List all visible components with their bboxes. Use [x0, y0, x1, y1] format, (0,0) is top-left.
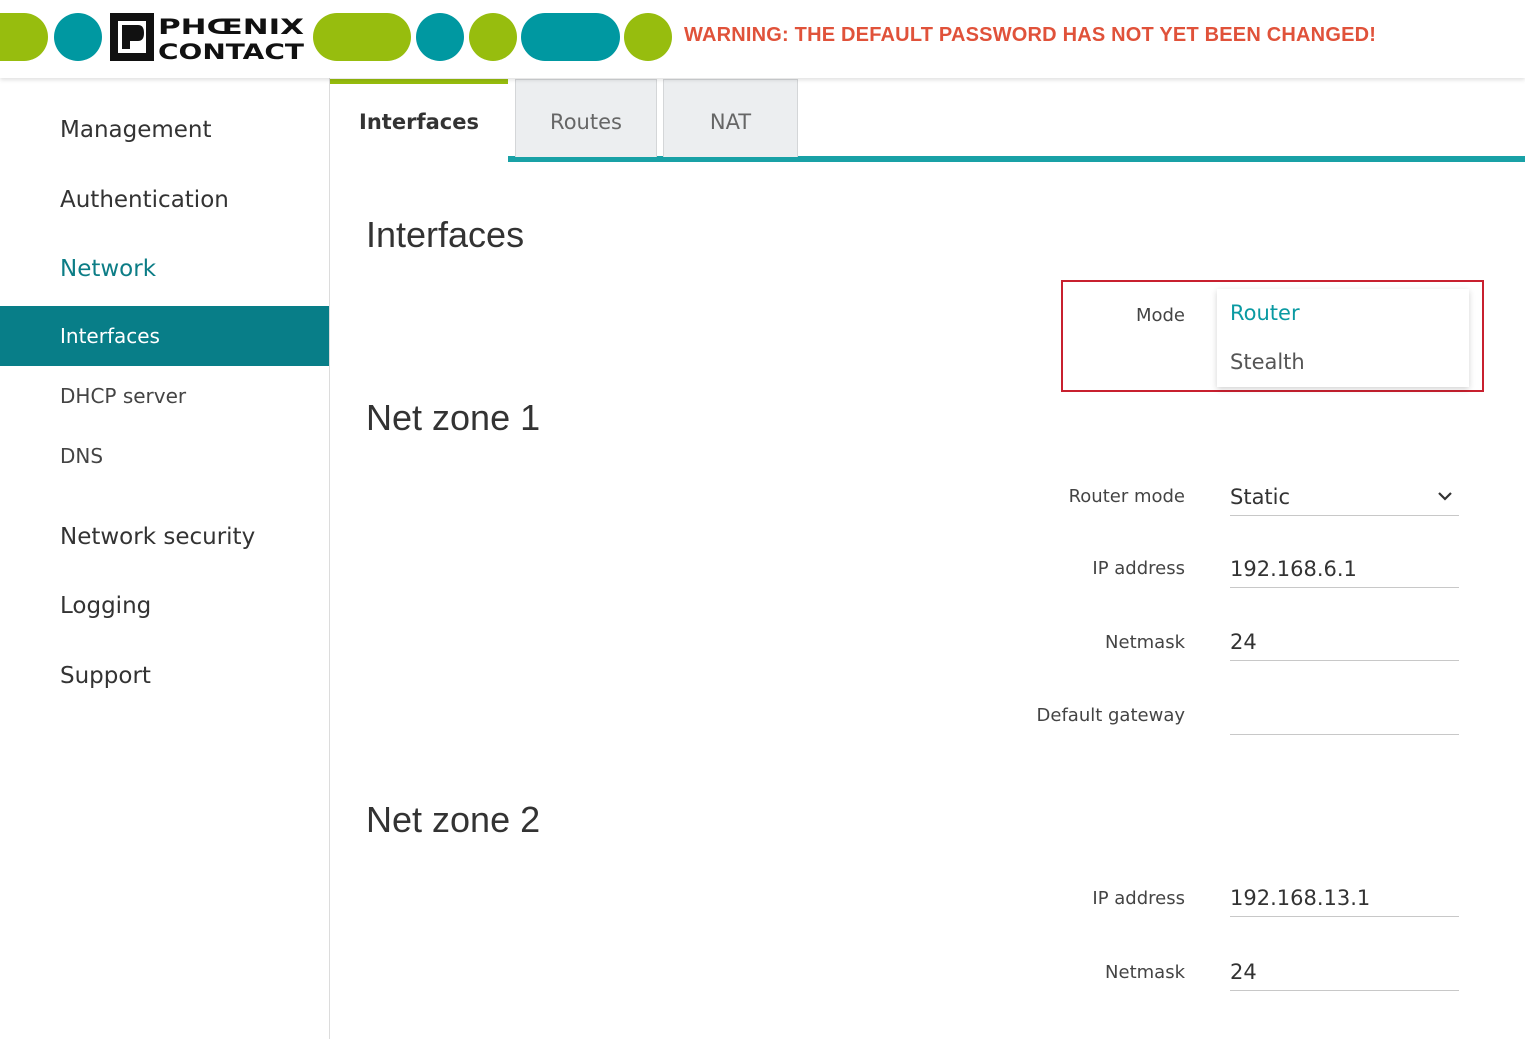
zone2-ip-label: IP address — [1092, 888, 1185, 909]
default-password-warning: WARNING: THE DEFAULT PASSWORD HAS NOT YE… — [684, 24, 1377, 46]
decor-pill-teal — [521, 13, 620, 61]
top-header: PHŒNIX CONTACT WARNING: THE DEFAULT PASS… — [0, 0, 1525, 78]
decor-pill-green — [0, 13, 48, 61]
zone1-ip-label: IP address — [1092, 558, 1185, 579]
tab-bar-underline — [508, 156, 1525, 162]
page-title: Interfaces — [366, 214, 525, 255]
sidebar-item-network-security[interactable]: Network security — [60, 524, 255, 550]
router-mode-value: Static — [1230, 485, 1291, 509]
mode-option-stealth[interactable]: Stealth — [1230, 350, 1305, 374]
zone2-ip-input[interactable]: 192.168.13.1 — [1230, 881, 1459, 917]
decor-pill-teal — [54, 13, 102, 61]
decor-pill-teal — [416, 13, 464, 61]
mode-option-router[interactable]: Router — [1230, 301, 1300, 325]
tab-routes[interactable]: Routes — [515, 79, 657, 157]
chevron-down-icon — [1438, 492, 1452, 501]
decor-pill-green — [313, 13, 411, 61]
router-mode-label: Router mode — [1068, 486, 1185, 507]
zone1-ip-input[interactable]: 192.168.6.1 — [1230, 552, 1459, 588]
sidebar-item-logging[interactable]: Logging — [60, 593, 151, 619]
phoenix-contact-logo: PHŒNIX CONTACT — [110, 13, 305, 61]
sidebar-item-support[interactable]: Support — [60, 663, 151, 689]
zone1-netmask-input[interactable]: 24 — [1230, 625, 1459, 661]
default-gateway-label: Default gateway — [1036, 705, 1185, 726]
decor-pill-green — [624, 13, 672, 61]
net-zone-2-title: Net zone 2 — [366, 799, 541, 840]
decor-pill-green — [469, 13, 517, 61]
net-zone-1-title: Net zone 1 — [366, 397, 541, 438]
tab-nat[interactable]: NAT — [663, 79, 798, 157]
sidebar-item-authentication[interactable]: Authentication — [60, 187, 229, 213]
sidebar-item-management[interactable]: Management — [60, 117, 212, 143]
svg-text:CONTACT: CONTACT — [158, 40, 305, 61]
default-gateway-input[interactable] — [1230, 699, 1459, 735]
zone2-netmask-label: Netmask — [1105, 962, 1185, 983]
tab-interfaces[interactable]: Interfaces — [330, 79, 508, 163]
sidebar-item-dns[interactable]: DNS — [0, 426, 329, 486]
router-mode-select[interactable]: Static — [1230, 480, 1459, 516]
mode-dropdown-menu: Router Stealth — [1217, 289, 1469, 387]
sidebar-item-network[interactable]: Network — [60, 256, 156, 282]
zone2-netmask-input[interactable]: 24 — [1230, 955, 1459, 991]
svg-text:PHŒNIX: PHŒNIX — [158, 15, 304, 39]
sidebar-item-dhcp-server[interactable]: DHCP server — [0, 366, 329, 426]
zone1-netmask-label: Netmask — [1105, 632, 1185, 653]
sidebar-nav: Management Authentication Network Interf… — [0, 78, 330, 1039]
sidebar-item-interfaces[interactable]: Interfaces — [0, 306, 329, 366]
